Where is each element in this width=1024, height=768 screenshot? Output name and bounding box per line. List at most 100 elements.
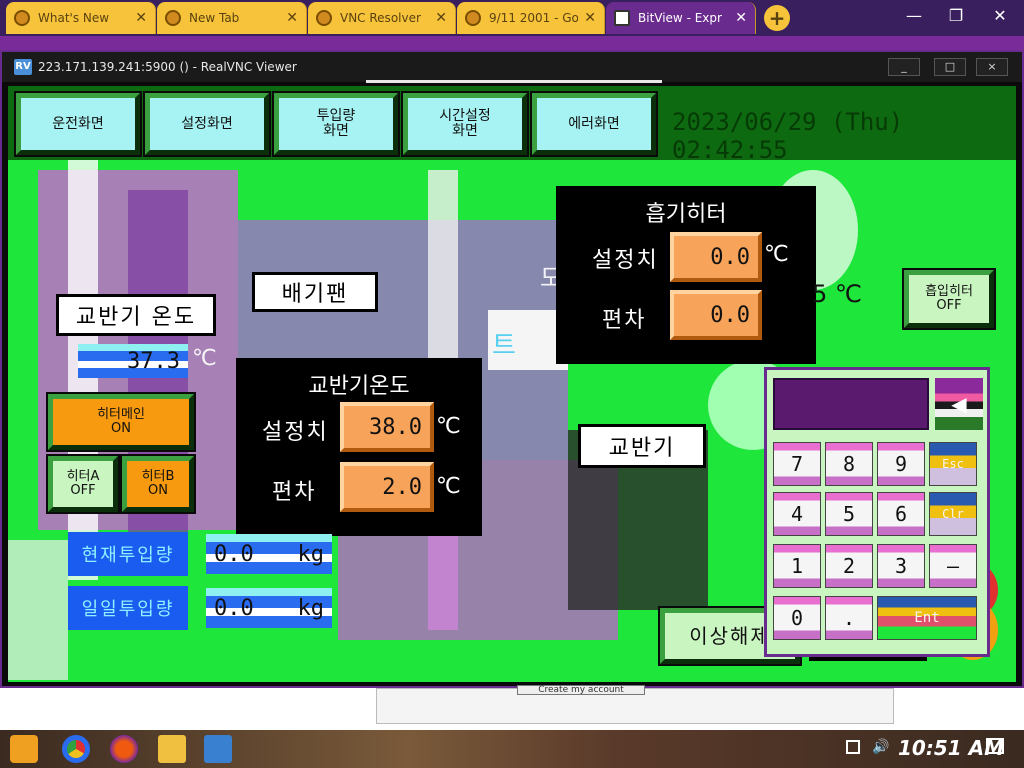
chrome-icon[interactable] — [62, 735, 90, 763]
key-7[interactable]: 7 — [773, 442, 821, 486]
backspace-icon[interactable]: ◀ — [935, 378, 983, 430]
key-clr[interactable]: Clr — [929, 492, 977, 536]
firefox-icon[interactable] — [110, 735, 138, 763]
close-icon[interactable]: ✕ — [435, 10, 447, 26]
intake-setpoint-value[interactable]: 0.0 — [670, 232, 762, 282]
hmi-screen: 운전화면 설정화면 투입량 화면 시간설정 화면 에러화면 2023/06/29… — [8, 86, 1016, 682]
mixer-setpoint-label: 설정치 — [262, 420, 329, 445]
hmi-header: 운전화면 설정화면 투입량 화면 시간설정 화면 에러화면 2023/06/29… — [8, 86, 1016, 164]
mixer-label: 교반기 — [578, 424, 706, 468]
heater-a-button[interactable]: 히터A OFF — [46, 454, 120, 514]
current-input-value: 0.0 kg — [206, 534, 332, 574]
daily-input-value: 0.0 kg — [206, 588, 332, 628]
nav-input-amount-screen[interactable]: 투입량 화면 — [272, 91, 400, 157]
chrome-icon — [165, 10, 181, 26]
tab-label: BitView - Expr — [638, 11, 722, 25]
nav-error-screen[interactable]: 에러화면 — [530, 91, 658, 157]
volume-icon[interactable]: 🔊 — [872, 739, 889, 755]
numeric-keypad: ◀ 7 8 9 Esc 4 5 6 Clr 1 2 3 — 0 . Ent — [764, 367, 990, 657]
key-0[interactable]: 0 — [773, 596, 821, 640]
mixer-deviation-unit: ℃ — [436, 474, 461, 499]
tab-bitview[interactable]: BitView - Expr ✕ — [606, 2, 756, 34]
taskbar-wallpaper — [0, 730, 1024, 768]
close-icon[interactable]: ✕ — [135, 10, 147, 26]
key-minus[interactable]: — — [929, 544, 977, 588]
partial-label-fragment: 트 — [492, 331, 516, 361]
realvnc-logo-icon: RV — [14, 59, 32, 75]
vnc-toolbar-handle[interactable] — [366, 80, 662, 83]
address-bar-strip — [0, 36, 1024, 50]
key-4[interactable]: 4 — [773, 492, 821, 536]
vnc-close-button[interactable]: × — [976, 58, 1008, 76]
mixer-deviation-value[interactable]: 2.0 — [340, 462, 434, 512]
new-tab-button[interactable]: + — [764, 5, 790, 31]
tab-vnc-resolver[interactable]: VNC Resolver ✕ — [308, 2, 456, 34]
exhaust-fan-label: 배기팬 — [252, 272, 378, 312]
file-explorer-icon[interactable] — [158, 735, 186, 763]
tab-label: VNC Resolver — [340, 11, 421, 25]
close-icon[interactable]: ✕ — [735, 10, 747, 26]
key-3[interactable]: 3 — [877, 544, 925, 588]
intake-heater-button[interactable]: 흡입히터 OFF — [902, 268, 996, 330]
start-icon[interactable] — [10, 735, 38, 763]
intake-deviation-value[interactable]: 0.0 — [670, 290, 762, 340]
mixer-temp-unit: ℃ — [192, 346, 217, 371]
key-esc[interactable]: Esc — [929, 442, 977, 486]
restore-icon[interactable]: ❐ — [944, 6, 968, 25]
close-icon[interactable]: ✕ — [584, 10, 596, 26]
google-icon — [465, 10, 481, 26]
tab-whats-new[interactable]: What's New ✕ — [6, 2, 156, 34]
current-input-label: 현재투입량 — [68, 532, 188, 576]
tab-google-search[interactable]: 9/11 2001 - Go ✕ — [457, 2, 605, 34]
key-6[interactable]: 6 — [877, 492, 925, 536]
key-dot[interactable]: . — [825, 596, 873, 640]
current-input-unit: kg — [297, 541, 325, 567]
close-icon[interactable]: ✕ — [286, 10, 298, 26]
vnc-icon — [316, 10, 332, 26]
vnc-maximize-button[interactable]: □ — [934, 58, 966, 76]
signup-panel: Create my account — [376, 685, 894, 724]
intake-setpoint-unit: ℃ — [764, 242, 789, 267]
chrome-icon — [14, 10, 30, 26]
heater-main-button[interactable]: 히터메인 ON — [46, 392, 196, 452]
nav-settings-screen[interactable]: 설정화면 — [143, 91, 271, 157]
hmi-machine-view: 트 도 배기팬 교반기 온도 37.3 ℃ 흡기히터 설정치 0.0 ℃ 편차 … — [8, 160, 1016, 682]
mixer-temp-panel-title: 교반기온도 — [308, 374, 410, 399]
window-close-icon[interactable]: ✕ — [988, 6, 1012, 25]
key-2[interactable]: 2 — [825, 544, 873, 588]
vnc-minimize-button[interactable]: _ — [888, 58, 920, 76]
daily-input-unit: kg — [297, 595, 325, 621]
current-input-number: 0.0 — [214, 541, 254, 567]
key-1[interactable]: 1 — [773, 544, 821, 588]
bitview-icon — [614, 10, 630, 26]
keypad-display — [773, 378, 929, 430]
intake-setpoint-label: 설정치 — [592, 248, 659, 273]
tab-label: 9/11 2001 - Go — [489, 11, 579, 25]
mixer-temp-value: 37.3 — [78, 344, 188, 378]
key-9[interactable]: 9 — [877, 442, 925, 486]
notification-icon[interactable] — [986, 738, 1004, 754]
mixer-setpoint-unit: ℃ — [436, 414, 461, 439]
network-icon[interactable] — [846, 740, 860, 754]
key-8[interactable]: 8 — [825, 442, 873, 486]
vnc-titlebar: RV 223.171.139.241:5900 () - RealVNC Vie… — [2, 52, 1022, 83]
intake-heater-title: 흡기히터 — [645, 202, 727, 227]
realvnc-taskbar-icon[interactable] — [204, 735, 232, 763]
daily-input-number: 0.0 — [214, 595, 254, 621]
partial-temp-readout: 5 ℃ — [812, 280, 862, 308]
tab-new-tab[interactable]: New Tab ✕ — [157, 2, 307, 34]
daily-input-label: 일일투입량 — [68, 586, 188, 630]
mixer-setpoint-value[interactable]: 38.0 — [340, 402, 434, 452]
nav-operation-screen[interactable]: 운전화면 — [14, 91, 142, 157]
hmi-clock: 2023/06/29 (Thu) 02:42:55 — [672, 108, 904, 164]
minimize-icon[interactable]: — — [902, 6, 926, 25]
key-enter[interactable]: Ent — [877, 596, 977, 640]
key-5[interactable]: 5 — [825, 492, 873, 536]
tab-label: What's New — [38, 11, 110, 25]
create-account-button[interactable]: Create my account — [517, 685, 645, 695]
intake-deviation-label: 편차 — [602, 308, 647, 333]
nav-time-settings-screen[interactable]: 시간설정 화면 — [401, 91, 529, 157]
mixer-temp-panel: 교반기온도 설정치 38.0 ℃ 편차 2.0 ℃ — [236, 358, 482, 536]
mixer-deviation-label: 편차 — [272, 480, 317, 505]
heater-b-button[interactable]: 히터B ON — [120, 454, 196, 514]
